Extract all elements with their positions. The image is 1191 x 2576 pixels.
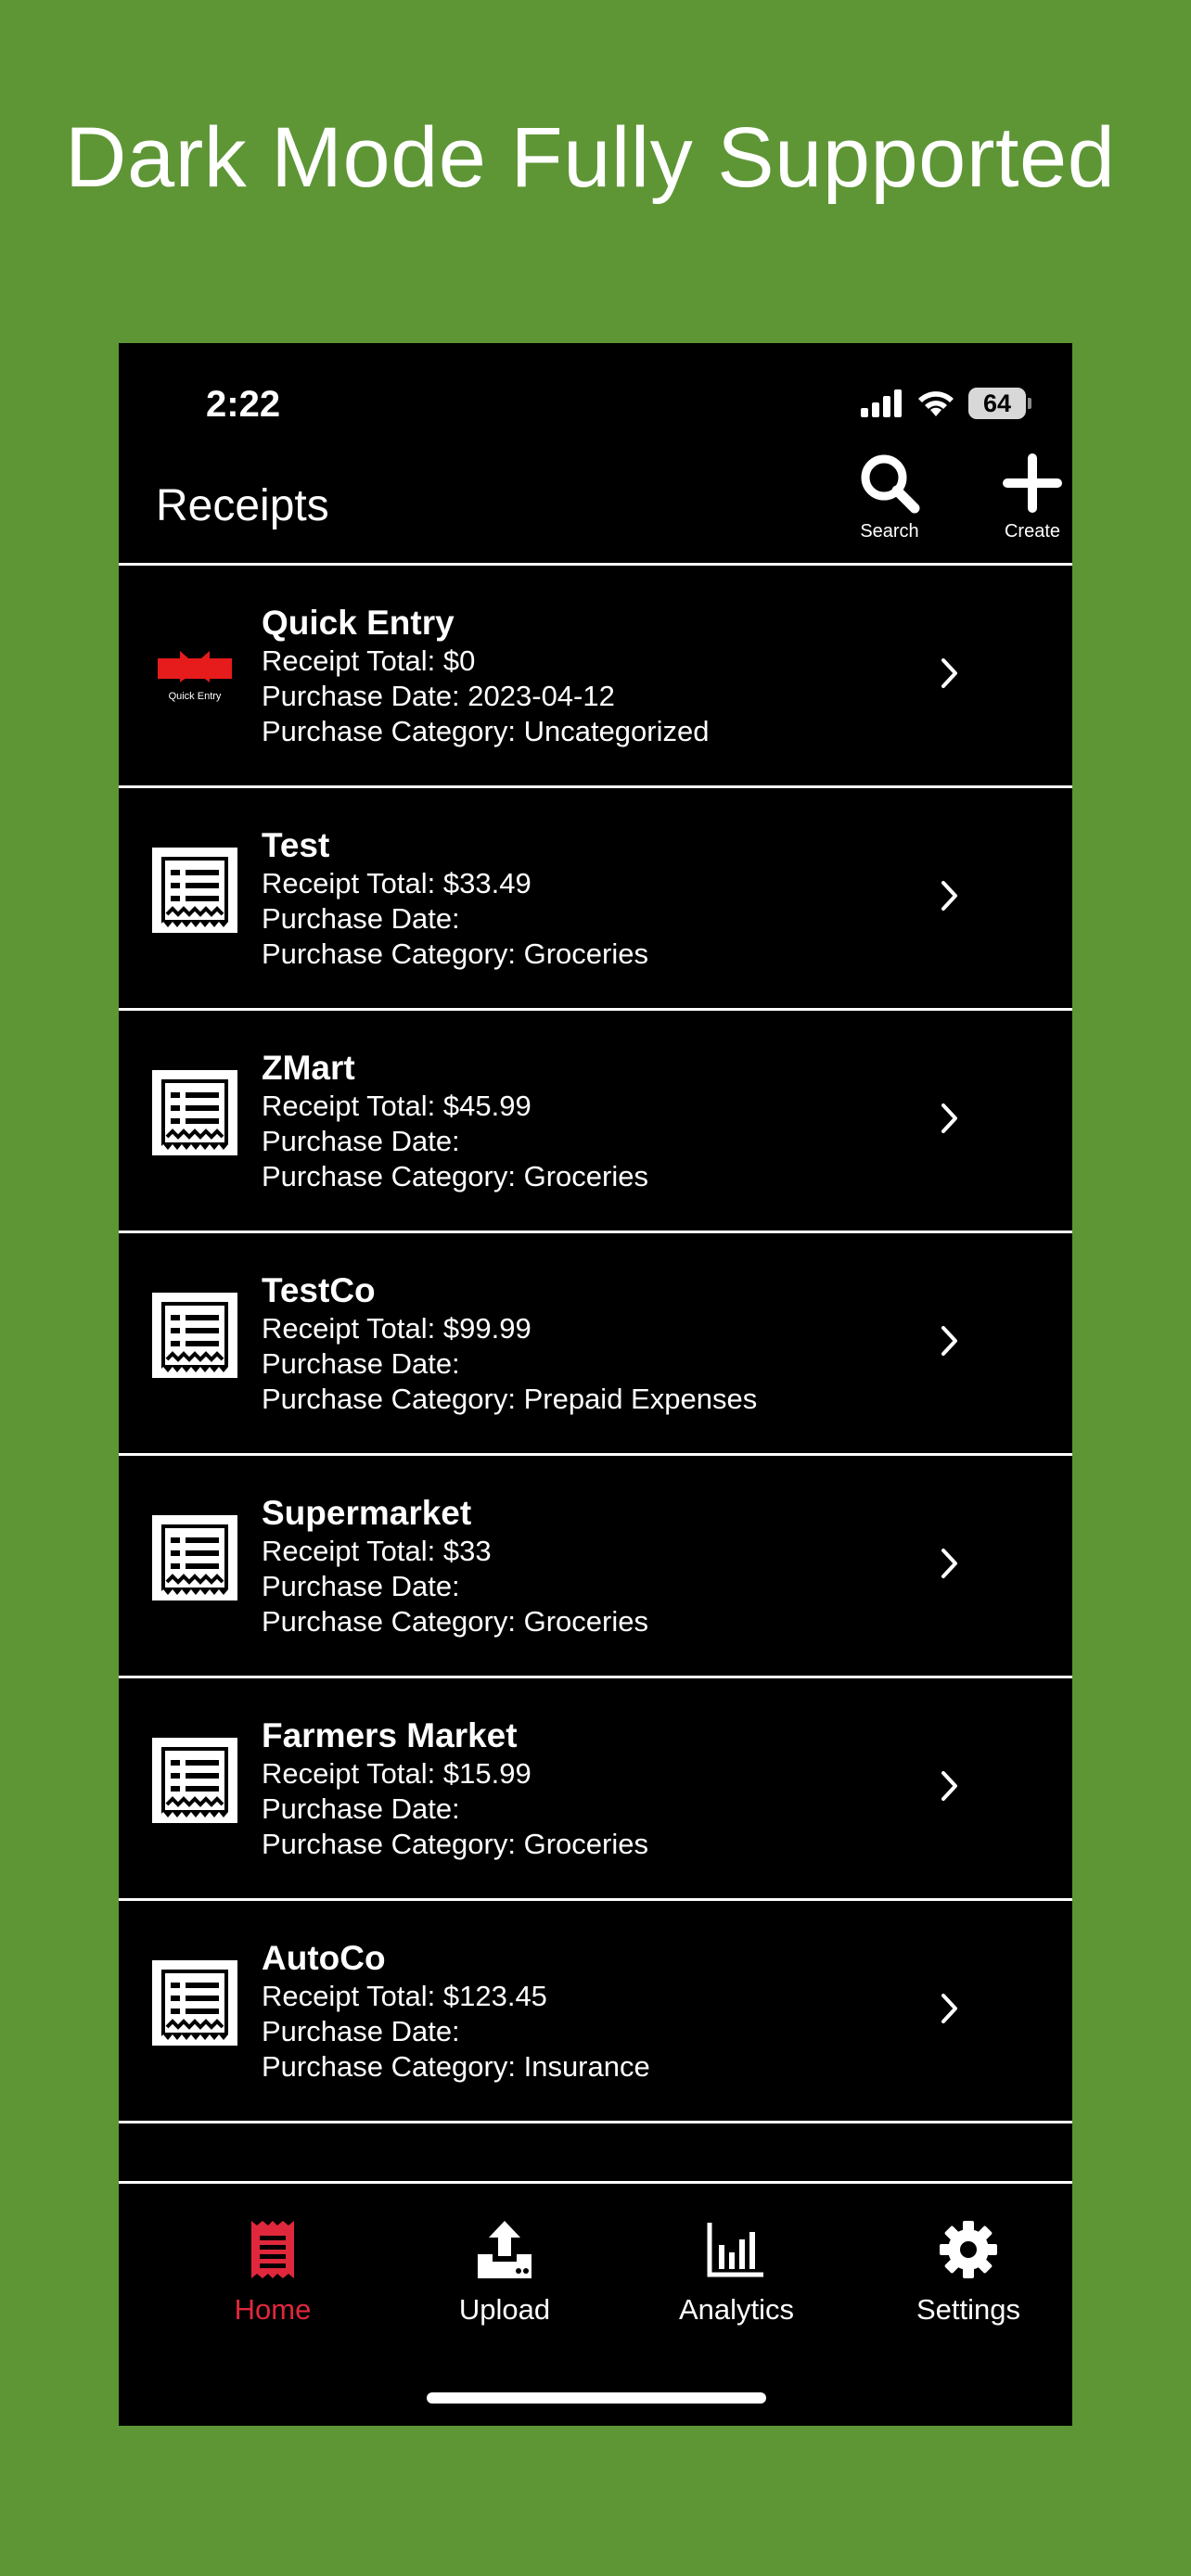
receipt-row-supermarket[interactable]: Supermarket Receipt Total: $33 Purchase … — [119, 1456, 1072, 1678]
tab-analytics-label: Analytics — [678, 2293, 795, 2326]
receipt-date: Purchase Date: — [262, 1347, 460, 1380]
create-button[interactable]: Create — [981, 451, 1072, 553]
receipt-row-autoco[interactable]: AutoCo Receipt Total: $123.45 Purchase D… — [119, 1901, 1072, 2123]
receipt-icon — [152, 848, 237, 933]
receipt-date: Purchase Date: 2023-04-12 — [262, 680, 615, 712]
receipt-list[interactable]: Quick Entry Quick Entry Receipt Total: $… — [119, 566, 1072, 2123]
receipt-category: Purchase Category: Groceries — [262, 1605, 648, 1638]
receipt-date: Purchase Date: — [262, 1125, 460, 1157]
receipt-category: Purchase Category: Uncategorized — [262, 715, 710, 747]
phone-screen: 2:22 64 Receipts Search Create Quick Ent… — [119, 343, 1072, 2426]
receipt-total: Receipt Total: $33 — [262, 1535, 492, 1567]
receipt-row-testco[interactable]: TestCo Receipt Total: $99.99 Purchase Da… — [119, 1233, 1072, 1456]
chevron-right-icon — [941, 1326, 957, 1356]
receipt-title: TestCo — [262, 1271, 376, 1309]
receipt-total: Receipt Total: $33.49 — [262, 867, 531, 899]
receipt-row-zmart[interactable]: ZMart Receipt Total: $45.99 Purchase Dat… — [119, 1011, 1072, 1233]
promo-headline: Dark Mode Fully Supported — [65, 110, 1116, 205]
receipt-title: Supermarket — [262, 1494, 472, 1532]
receipt-row-farmers-market[interactable]: Farmers Market Receipt Total: $15.99 Pur… — [119, 1678, 1072, 1901]
receipt-title: Quick Entry — [262, 604, 455, 642]
receipt-total: Receipt Total: $45.99 — [262, 1090, 531, 1122]
receipt-date: Purchase Date: — [262, 2015, 460, 2047]
receipt-title: Farmers Market — [262, 1716, 518, 1754]
chevron-right-icon — [941, 1994, 957, 2023]
receipt-category: Purchase Category: Groceries — [262, 1160, 648, 1192]
receipt-title: ZMart — [262, 1049, 355, 1087]
receipt-row-quick-entry[interactable]: Quick Entry Quick Entry Receipt Total: $… — [119, 566, 1072, 788]
search-icon — [861, 454, 920, 514]
gear-icon — [940, 2221, 997, 2278]
tab-home-label: Home — [234, 2293, 312, 2326]
receipt-date: Purchase Date: — [262, 1570, 460, 1602]
receipt-title: Test — [262, 826, 330, 864]
bar-chart-icon — [707, 2223, 763, 2277]
wifi-icon — [918, 391, 954, 416]
cellular-signal-icon — [861, 389, 902, 417]
chevron-right-icon — [941, 658, 957, 688]
receipt-row-test[interactable]: Test Receipt Total: $33.49 Purchase Date… — [119, 788, 1072, 1011]
receipt-total: Receipt Total: $0 — [262, 644, 476, 677]
upload-icon — [478, 2221, 531, 2278]
receipt-title: AutoCo — [262, 1939, 386, 1977]
receipt-date: Purchase Date: — [262, 902, 460, 935]
tab-upload-label: Upload — [458, 2293, 551, 2326]
tab-settings-label: Settings — [916, 2293, 1020, 2326]
chevron-right-icon — [941, 1103, 957, 1133]
create-label: Create — [1004, 521, 1061, 542]
receipt-total: Receipt Total: $15.99 — [262, 1757, 531, 1790]
tab-settings[interactable]: Settings — [876, 2184, 1061, 2327]
receipt-category: Purchase Category: Prepaid Expenses — [262, 1383, 758, 1415]
tab-home[interactable]: Home — [180, 2184, 365, 2327]
tab-upload[interactable]: Upload — [412, 2184, 597, 2327]
receipt-date: Purchase Date: — [262, 1792, 460, 1825]
status-icons: 64 — [861, 388, 1031, 419]
receipt-icon — [251, 2221, 294, 2278]
svg-text:Quick Entry: Quick Entry — [169, 691, 222, 702]
search-button[interactable]: Search — [839, 451, 941, 553]
quick-entry-logo: Quick Entry — [158, 651, 232, 702]
status-time: 2:22 — [206, 384, 281, 425]
search-label: Search — [860, 521, 919, 542]
receipt-category: Purchase Category: Insurance — [262, 2050, 650, 2083]
home-indicator — [427, 2392, 766, 2404]
tab-analytics[interactable]: Analytics — [644, 2184, 829, 2327]
chevron-right-icon — [941, 1549, 957, 1578]
receipt-category: Purchase Category: Groceries — [262, 937, 648, 970]
receipt-icon — [152, 1960, 237, 2046]
receipt-icon — [152, 1070, 237, 1155]
chevron-right-icon — [941, 1771, 957, 1801]
receipt-category: Purchase Category: Groceries — [262, 1828, 648, 1860]
chevron-right-icon — [941, 881, 957, 911]
receipt-icon — [152, 1515, 237, 1600]
page-title: Receipts — [156, 481, 329, 530]
receipt-icon — [152, 1738, 237, 1823]
battery-indicator: 64 — [968, 388, 1031, 419]
receipt-icon — [152, 1293, 237, 1378]
receipt-total: Receipt Total: $99.99 — [262, 1312, 531, 1345]
tab-bar: Home Upload Analytics Settings — [119, 2184, 1072, 2369]
plus-icon — [1003, 453, 1062, 513]
receipt-total: Receipt Total: $123.45 — [262, 1980, 547, 2012]
